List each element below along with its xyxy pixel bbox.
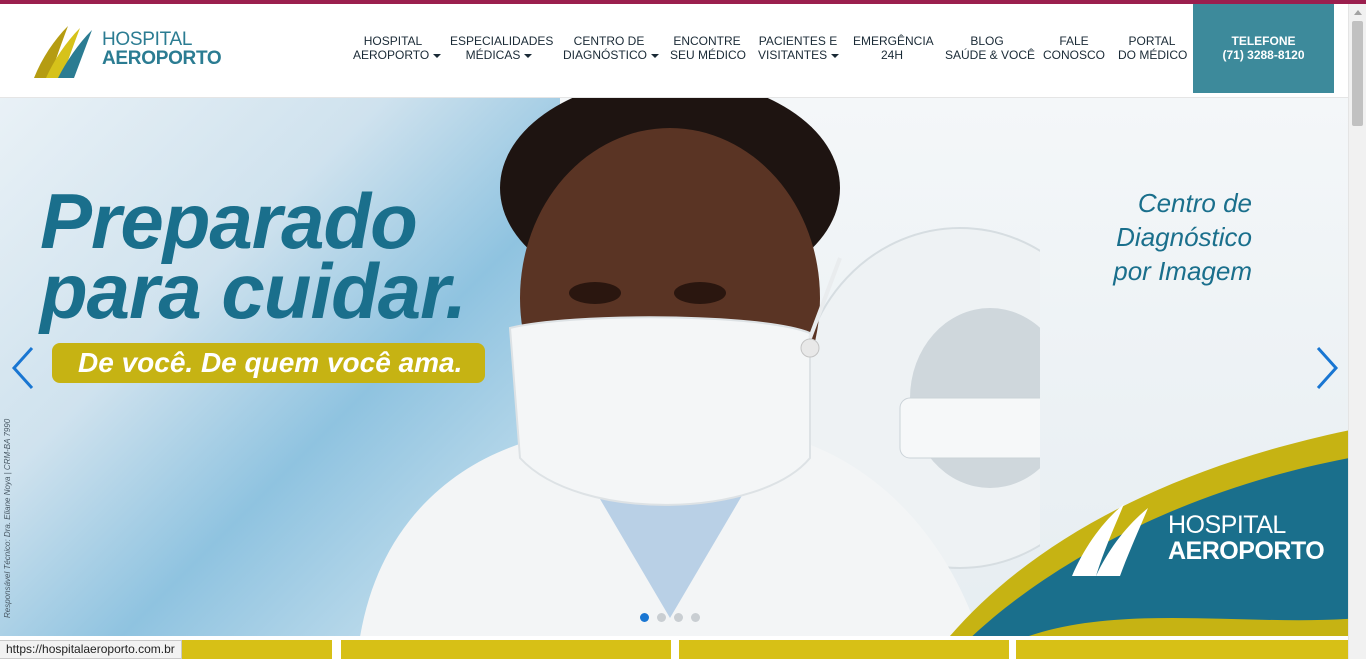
phone-button[interactable]: TELEFONE (71) 3288-8120 — [1193, 4, 1334, 93]
centro-diagnostico-title: Centro de Diagnóstico por Imagem — [1100, 186, 1252, 288]
nav-encontre-seu-medico[interactable]: ENCONTRE SEU MÉDICO — [670, 34, 747, 62]
carousel-indicators — [640, 609, 708, 622]
hero-headline: Preparado para cuidar. — [40, 177, 467, 335]
phone-number: (71) 3288-8120 — [1222, 48, 1305, 62]
corner-logo-line-1: HOSPITAL — [1168, 511, 1286, 539]
logo-wings-white-icon — [1072, 504, 1148, 576]
centro-line-3: por Imagem — [1113, 256, 1252, 286]
nav-label-line2: AEROPORTO — [353, 48, 430, 62]
nav-hospital-aeroporto[interactable]: HOSPITAL AEROPORTO — [353, 34, 442, 62]
nav-label-line1: EMERGÊNCIA — [853, 34, 934, 48]
nav-label-line1: HOSPITAL — [363, 34, 423, 48]
carousel-dot[interactable] — [691, 613, 700, 622]
nav-emergencia-24h[interactable]: EMERGÊNCIA 24H — [853, 34, 934, 62]
nav-label-line1: PORTAL — [1128, 34, 1176, 48]
responsible-technician-note: Responsável Técnico: Dra. Eliane Noya | … — [3, 418, 12, 618]
nav-label-line1: FALE — [1059, 34, 1089, 48]
nav-label-line1: ENCONTRE — [673, 34, 741, 48]
corner-logo-line-2: AEROPORTO — [1168, 537, 1325, 565]
nav-label-line1: CENTRO DE — [573, 34, 645, 48]
feature-card[interactable] — [1016, 640, 1348, 659]
centro-line-1: Centro de — [1137, 188, 1252, 218]
feature-cards-strip — [0, 636, 1348, 659]
carousel-dot[interactable] — [674, 613, 683, 622]
nav-label-line2: MÉDICAS — [465, 48, 521, 62]
nav-label-line2: CONOSCO — [1042, 48, 1105, 62]
carousel-next-arrow-icon[interactable] — [1312, 344, 1342, 392]
nav-label-line1: BLOG — [970, 34, 1004, 48]
nav-label-line2: SAÚDE & VOCÊ — [945, 48, 1036, 62]
caret-down-icon — [651, 53, 660, 58]
feature-card[interactable] — [679, 640, 1009, 659]
nav-pacientes-e-visitantes[interactable]: PACIENTES E VISITANTES — [758, 34, 840, 62]
page-scrollbar[interactable] — [1348, 4, 1366, 659]
hospital-logo[interactable]: HOSPITAL AEROPORTO — [32, 22, 222, 84]
caret-down-icon — [433, 53, 442, 58]
caret-down-icon — [831, 53, 840, 58]
caret-down-icon — [524, 53, 533, 58]
nav-label-line1: ESPECIALIDADES — [450, 34, 554, 48]
centro-line-2: Diagnóstico — [1116, 222, 1252, 252]
scroll-thumb[interactable] — [1352, 21, 1363, 126]
logo-line-1: HOSPITAL — [102, 29, 193, 50]
nav-label-line2: DO MÉDICO — [1118, 48, 1188, 62]
site-header: HOSPITAL AEROPORTO HOSPITAL AEROPORTO ES… — [0, 4, 1348, 97]
phone-label: TELEFONE — [1231, 34, 1296, 48]
browser-status-url: https://hospitalaeroporto.com.br — [0, 640, 182, 659]
corner-hospital-logo: HOSPITAL AEROPORTO — [1068, 498, 1338, 588]
nav-centro-de-diagnostico[interactable]: CENTRO DE DIAGNÓSTICO — [563, 34, 660, 62]
nav-especialidades-medicas[interactable]: ESPECIALIDADES MÉDICAS — [450, 34, 554, 62]
nav-label-line1: PACIENTES E — [758, 34, 838, 48]
carousel-dot[interactable] — [640, 613, 649, 622]
scroll-up-arrow-icon[interactable] — [1354, 10, 1362, 15]
hero-carousel: Preparado para cuidar. De você. De quem … — [0, 97, 1348, 636]
feature-card[interactable] — [341, 640, 671, 659]
carousel-dot[interactable] — [657, 613, 666, 622]
nav-label-line2: DIAGNÓSTICO — [563, 48, 648, 62]
nav-blog-saude-e-voce[interactable]: BLOG SAÚDE & VOCÊ — [945, 34, 1036, 62]
logo-line-2: AEROPORTO — [102, 48, 222, 69]
headline-line-2: para cuidar. — [40, 247, 467, 335]
logo-wings-icon — [34, 26, 92, 78]
carousel-prev-arrow-icon[interactable] — [8, 344, 38, 392]
hero-tagline: De você. De quem você ama. — [52, 343, 485, 383]
nav-fale-conosco[interactable]: FALE CONOSCO — [1042, 34, 1106, 62]
nav-portal-do-medico[interactable]: PORTAL DO MÉDICO — [1118, 34, 1188, 62]
nav-label-line2: 24H — [880, 48, 903, 62]
nav-label-line2: SEU MÉDICO — [670, 48, 747, 62]
headline-line-1: Preparado — [40, 177, 418, 265]
nav-label-line2: VISITANTES — [758, 48, 828, 62]
